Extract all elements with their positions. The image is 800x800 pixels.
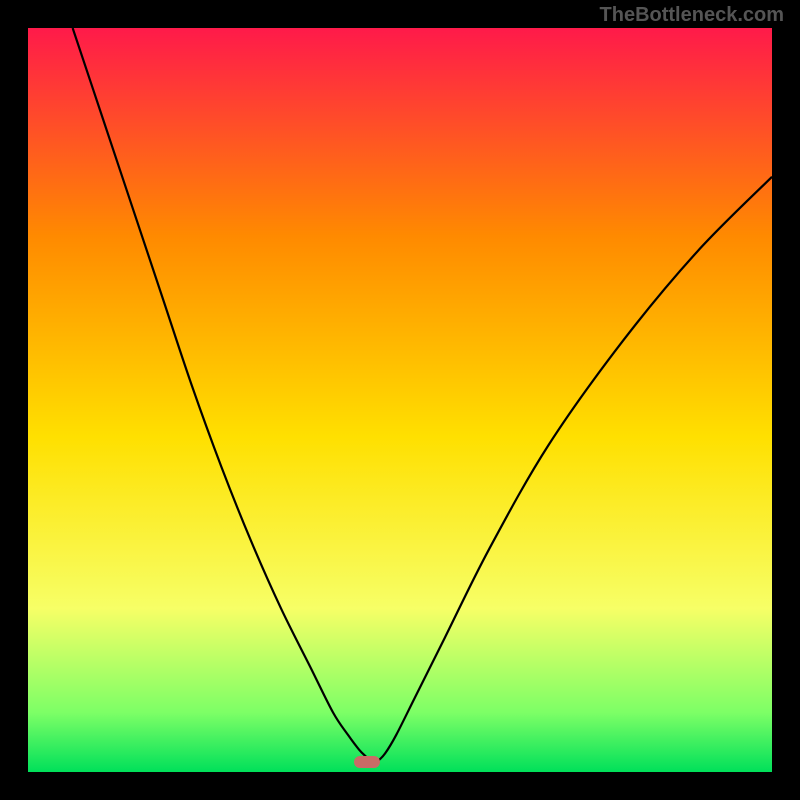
bottleneck-curve (28, 28, 772, 772)
optimum-marker (354, 756, 380, 768)
watermark-text: TheBottleneck.com (600, 4, 784, 27)
chart-area (28, 28, 772, 772)
